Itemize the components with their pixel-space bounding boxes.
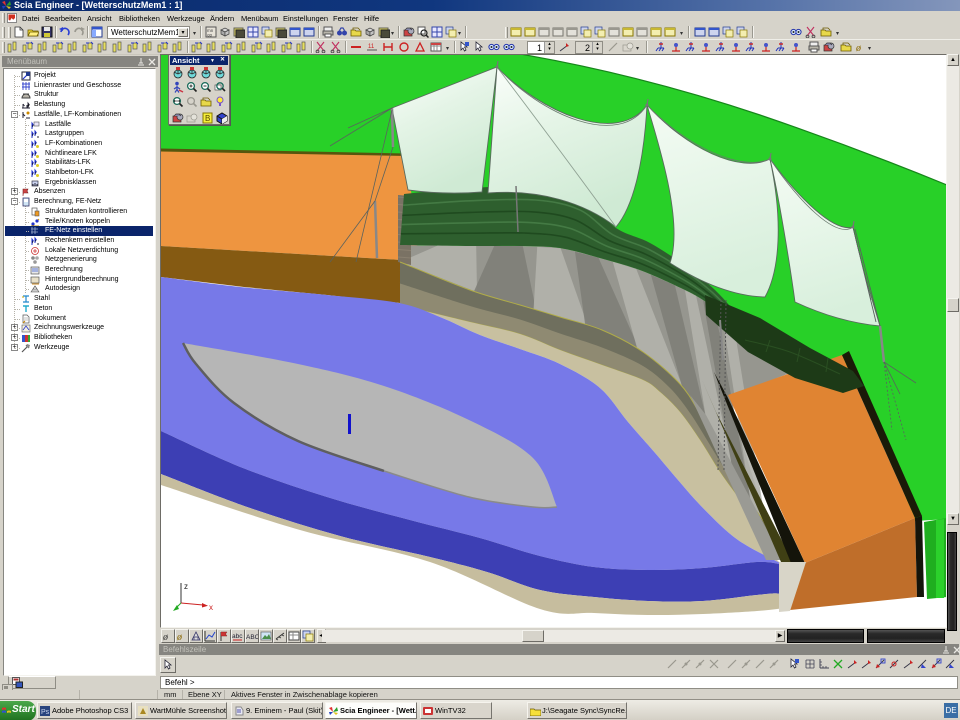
svg-text:x: x bbox=[209, 603, 213, 612]
svg-text:B: B bbox=[205, 114, 210, 123]
svg-text:abc: abc bbox=[232, 633, 243, 640]
svg-text:11: 11 bbox=[368, 44, 375, 50]
svg-text:Ps: Ps bbox=[41, 709, 50, 716]
svg-text:z: z bbox=[184, 582, 188, 591]
svg-text:ø: ø bbox=[855, 43, 862, 53]
svg-text:ABC: ABC bbox=[246, 634, 258, 641]
svg-text:ø: ø bbox=[162, 632, 169, 642]
svg-text:ø: ø bbox=[176, 632, 183, 642]
svg-text:op: op bbox=[207, 33, 213, 38]
